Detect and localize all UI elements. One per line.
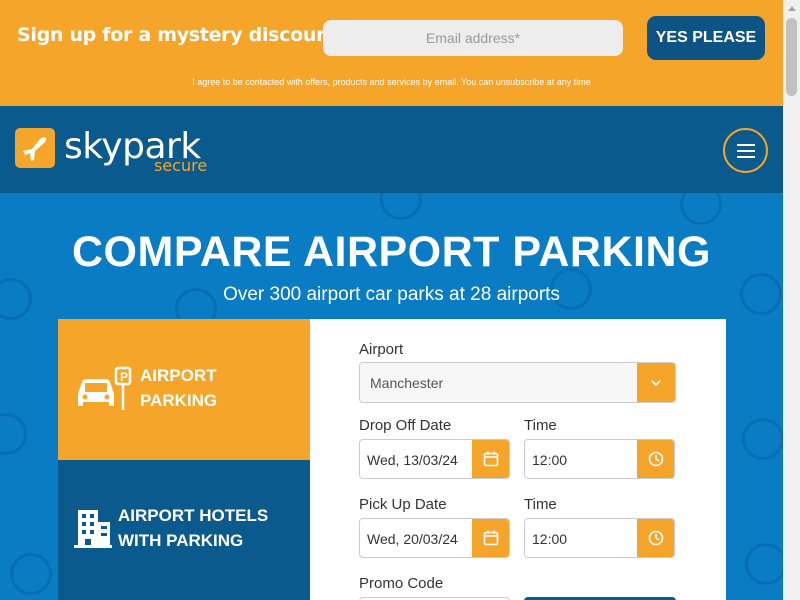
dropoff-time-field[interactable]: 12:00 <box>524 439 675 479</box>
site-header: skypark secure <box>0 106 783 193</box>
pickup-time-label: Time <box>524 496 557 513</box>
hotel-icon <box>74 508 112 553</box>
tab-airport-parking[interactable]: P AIRPORT PARKING <box>58 319 310 460</box>
svg-text:P: P <box>120 370 128 384</box>
dropoff-date-label: Drop Off Date <box>359 417 452 434</box>
hamburger-icon <box>736 143 755 146</box>
airport-select[interactable]: Manchester <box>359 362 676 403</box>
pickup-time-field[interactable]: 12:00 <box>524 518 675 558</box>
airport-select-value: Manchester <box>370 375 444 391</box>
tab-airport-parking-line1: AIRPORT <box>140 366 217 385</box>
scroll-thumb[interactable] <box>786 18 797 96</box>
dropoff-time-label: Time <box>524 417 557 434</box>
scrollbar[interactable] <box>783 0 800 600</box>
scroll-up-arrow-icon[interactable] <box>783 0 800 17</box>
email-input[interactable] <box>323 20 623 56</box>
pickup-date-label: Pick Up Date <box>359 496 447 513</box>
promo-headline: Sign up for a mystery discount! <box>17 24 347 46</box>
chevron-down-icon[interactable] <box>637 363 675 402</box>
pickup-time-value: 12:00 <box>532 531 568 547</box>
menu-button[interactable] <box>723 128 768 173</box>
tab-airport-parking-line2: PARKING <box>140 391 218 410</box>
dropoff-date-value: Wed, 13/03/24 <box>367 452 458 468</box>
hero-subtitle: Over 300 airport car parks at 28 airport… <box>223 284 560 305</box>
plane-icon[interactable] <box>15 128 55 168</box>
clock-icon[interactable] <box>637 440 674 478</box>
tab-airport-hotels[interactable]: AIRPORT HOTELS WITH PARKING <box>58 460 310 600</box>
logo-sub: secure <box>154 156 208 175</box>
clock-icon[interactable] <box>637 519 674 557</box>
pickup-date-value: Wed, 20/03/24 <box>367 531 458 547</box>
airport-label: Airport <box>359 341 404 358</box>
hero-title: COMPARE AIRPORT PARKING <box>72 228 711 276</box>
promo-code-label: Promo Code <box>359 575 444 592</box>
consent-text: I agree to be contacted with offers, pro… <box>192 77 591 87</box>
dropoff-time-value: 12:00 <box>532 452 568 468</box>
yes-please-button[interactable]: YES PLEASE <box>647 16 765 60</box>
tab-airport-hotels-line2: WITH PARKING <box>118 531 244 550</box>
calendar-icon[interactable] <box>472 519 509 557</box>
calendar-icon[interactable] <box>472 440 509 478</box>
tab-airport-hotels-line1: AIRPORT HOTELS <box>118 506 269 525</box>
promo-banner: Sign up for a mystery discount! YES PLEA… <box>0 0 783 106</box>
dropoff-date-field[interactable]: Wed, 13/03/24 <box>359 439 510 479</box>
search-form: Airport Manchester Drop Off Date Time We… <box>310 319 726 600</box>
car-parking-icon: P <box>74 366 132 419</box>
pickup-date-field[interactable]: Wed, 20/03/24 <box>359 518 510 558</box>
